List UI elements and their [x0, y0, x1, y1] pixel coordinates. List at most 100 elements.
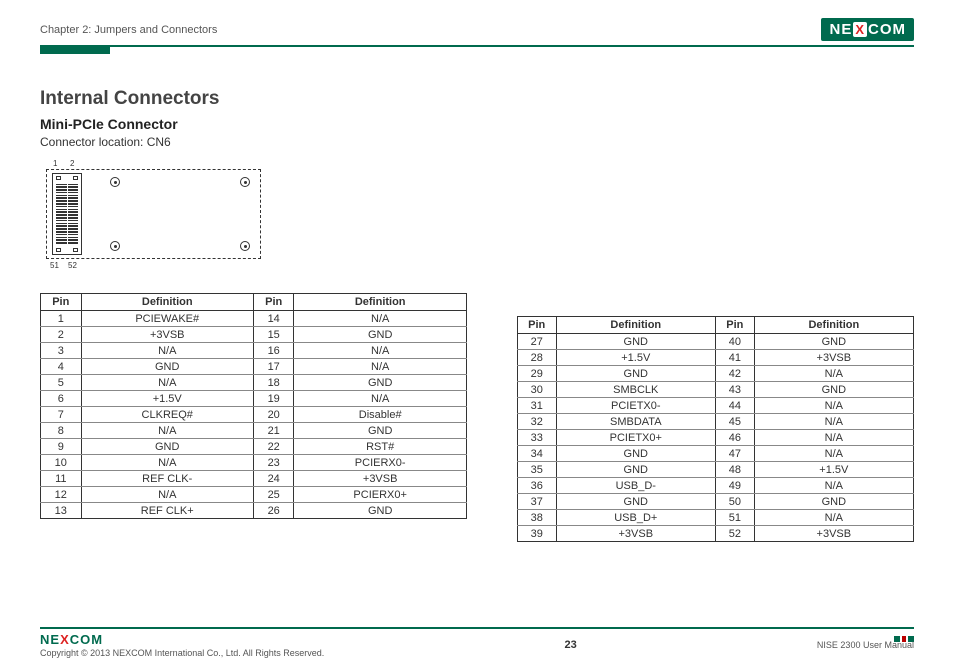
- cell-pin2: 41: [716, 350, 755, 366]
- table-row: 31PCIETX0-44N/A: [517, 398, 913, 414]
- cell-pin2: 14: [253, 311, 294, 327]
- cell-pin: 12: [41, 487, 82, 503]
- cell-def: REF CLK-: [81, 471, 253, 487]
- cell-pin2: 26: [253, 503, 294, 519]
- cell-pin2: 51: [716, 510, 755, 526]
- cell-pin: 11: [41, 471, 82, 487]
- cell-def: +3VSB: [81, 327, 253, 343]
- cell-def2: N/A: [294, 311, 466, 327]
- cell-pin: 32: [517, 414, 556, 430]
- cell-pin2: 23: [253, 455, 294, 471]
- copyright: Copyright © 2013 NEXCOM International Co…: [40, 648, 324, 658]
- cell-pin2: 21: [253, 423, 294, 439]
- cell-def2: GND: [294, 503, 466, 519]
- pin-label-1: 1: [53, 159, 57, 168]
- cell-pin2: 48: [716, 462, 755, 478]
- cell-pin: 13: [41, 503, 82, 519]
- cell-def2: +3VSB: [754, 350, 913, 366]
- logo-top: NEXCOM: [821, 18, 914, 41]
- cell-pin: 6: [41, 391, 82, 407]
- table-row: 32SMBDATA45N/A: [517, 414, 913, 430]
- table-row: 1PCIEWAKE#14N/A: [41, 311, 467, 327]
- cell-pin2: 17: [253, 359, 294, 375]
- cell-def: SMBCLK: [556, 382, 715, 398]
- cell-def: GND: [556, 494, 715, 510]
- connector-diagram: 1 2 51 52: [40, 159, 265, 279]
- cell-pin2: 15: [253, 327, 294, 343]
- page-number: 23: [564, 639, 576, 651]
- cell-pin2: 25: [253, 487, 294, 503]
- cell-pin2: 44: [716, 398, 755, 414]
- cell-def: +1.5V: [81, 391, 253, 407]
- th-def: Definition: [294, 294, 466, 311]
- cell-def: N/A: [81, 343, 253, 359]
- cell-def2: GND: [294, 423, 466, 439]
- cell-pin2: 45: [716, 414, 755, 430]
- table-row: 10N/A23PCIERX0-: [41, 455, 467, 471]
- cell-pin2: 22: [253, 439, 294, 455]
- cell-pin2: 46: [716, 430, 755, 446]
- footer: NEXCOM Copyright © 2013 NEXCOM Internati…: [40, 627, 914, 658]
- table-row: 9GND22RST#: [41, 439, 467, 455]
- cell-pin2: 24: [253, 471, 294, 487]
- cell-pin: 38: [517, 510, 556, 526]
- cell-def2: PCIERX0+: [294, 487, 466, 503]
- pin-table-1: Pin Definition Pin Definition 1PCIEWAKE#…: [40, 293, 467, 519]
- cell-def2: GND: [294, 375, 466, 391]
- cell-pin2: 16: [253, 343, 294, 359]
- cell-pin: 3: [41, 343, 82, 359]
- cell-def: GND: [81, 439, 253, 455]
- table-row: 28+1.5V41+3VSB: [517, 350, 913, 366]
- pin-table-2: Pin Definition Pin Definition 27GND40GND…: [517, 316, 914, 542]
- table-row: 4GND17N/A: [41, 359, 467, 375]
- table-row: 13REF CLK+26GND: [41, 503, 467, 519]
- cell-pin: 2: [41, 327, 82, 343]
- table-row: 39+3VSB52+3VSB: [517, 526, 913, 542]
- cell-pin: 30: [517, 382, 556, 398]
- table-row: 6+1.5V19N/A: [41, 391, 467, 407]
- cell-def2: N/A: [754, 446, 913, 462]
- cell-pin: 36: [517, 478, 556, 494]
- cell-pin: 37: [517, 494, 556, 510]
- cell-def2: RST#: [294, 439, 466, 455]
- cell-def: PCIETX0+: [556, 430, 715, 446]
- cell-pin2: 42: [716, 366, 755, 382]
- table-row: 8N/A21GND: [41, 423, 467, 439]
- mounting-hole-icon: [240, 241, 250, 251]
- cell-def2: GND: [754, 382, 913, 398]
- cell-def2: N/A: [754, 430, 913, 446]
- th-pin: Pin: [716, 317, 755, 334]
- cell-def: USB_D+: [556, 510, 715, 526]
- mounting-hole-icon: [110, 177, 120, 187]
- cell-def: CLKREQ#: [81, 407, 253, 423]
- cell-def2: N/A: [754, 366, 913, 382]
- mounting-hole-icon: [240, 177, 250, 187]
- cell-def2: N/A: [754, 478, 913, 494]
- cell-def2: N/A: [294, 359, 466, 375]
- doc-title: NISE 2300 User Manual: [817, 640, 914, 650]
- cell-pin2: 43: [716, 382, 755, 398]
- cell-def2: +3VSB: [754, 526, 913, 542]
- pin-label-2: 2: [70, 159, 74, 168]
- cell-def: USB_D-: [556, 478, 715, 494]
- cell-def: +3VSB: [556, 526, 715, 542]
- connector-location: Connector location: CN6: [40, 135, 467, 149]
- table-row: 3N/A16N/A: [41, 343, 467, 359]
- table-row: 30SMBCLK43GND: [517, 382, 913, 398]
- th-pin: Pin: [517, 317, 556, 334]
- cell-pin2: 49: [716, 478, 755, 494]
- cell-def: PCIEWAKE#: [81, 311, 253, 327]
- cell-pin: 27: [517, 334, 556, 350]
- main-content: Internal Connectors Mini-PCIe Connector …: [40, 88, 914, 542]
- cell-def: PCIETX0-: [556, 398, 715, 414]
- cell-def2: N/A: [294, 391, 466, 407]
- table-row: 7CLKREQ#20Disable#: [41, 407, 467, 423]
- cell-pin: 7: [41, 407, 82, 423]
- table-row: 37GND50GND: [517, 494, 913, 510]
- table-row: 5N/A18GND: [41, 375, 467, 391]
- table-row: 27GND40GND: [517, 334, 913, 350]
- cell-pin: 5: [41, 375, 82, 391]
- cell-def: GND: [556, 446, 715, 462]
- cell-pin: 28: [517, 350, 556, 366]
- cell-pin: 4: [41, 359, 82, 375]
